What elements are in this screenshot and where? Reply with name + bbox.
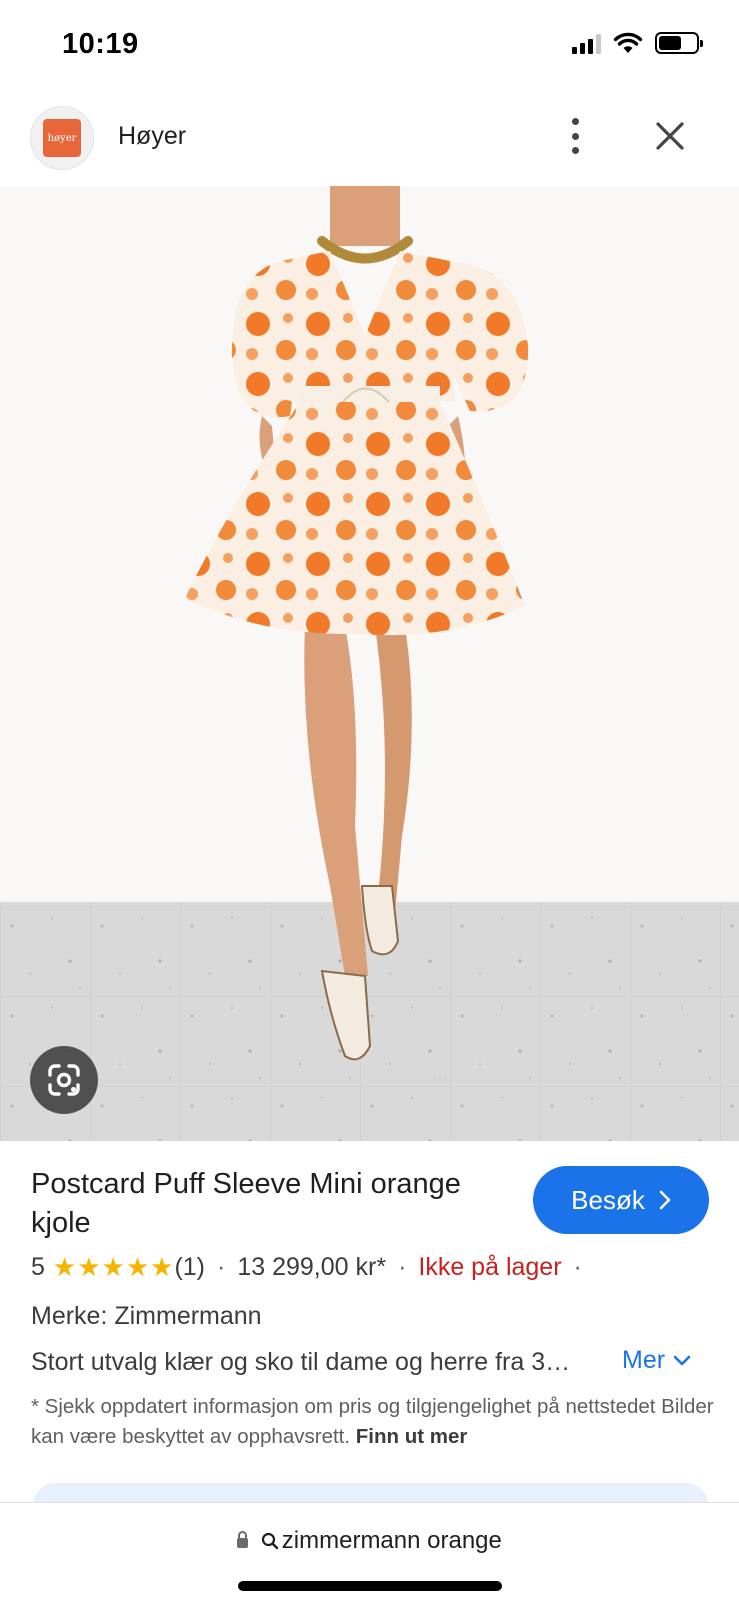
product-description: Stort utvalg klær og sko til dame og her…: [31, 1348, 571, 1376]
review-count: (1): [174, 1253, 206, 1281]
site-favicon[interactable]: høyer: [30, 106, 94, 170]
rating-value: 5: [31, 1253, 45, 1281]
product-title[interactable]: Postcard Puff Sleeve Mini orange kjole: [31, 1165, 521, 1243]
more-button[interactable]: Mer: [622, 1346, 691, 1375]
address-bar[interactable]: zimmermann orange: [0, 1502, 739, 1600]
lens-icon: [48, 1064, 80, 1096]
disclaimer: * Sjekk oppdatert informasjon om pris og…: [31, 1392, 721, 1452]
learn-more-link[interactable]: Finn ut mer: [356, 1425, 468, 1448]
visit-label: Besøk: [571, 1184, 645, 1215]
visit-button[interactable]: Besøk: [533, 1166, 709, 1234]
home-indicator[interactable]: [238, 1581, 502, 1591]
more-options-icon[interactable]: [565, 118, 585, 154]
product-image[interactable]: [0, 186, 739, 1141]
brand: Merke: Zimmermann: [31, 1302, 262, 1330]
search-query: zimmermann orange: [281, 1527, 502, 1554]
status-icons: [572, 32, 703, 54]
price: 13 299,00 kr*: [237, 1253, 387, 1281]
url-display[interactable]: zimmermann orange: [0, 1527, 739, 1555]
status-time: 10:19: [62, 28, 139, 60]
more-label: Mer: [622, 1346, 666, 1374]
site-name[interactable]: Høyer: [118, 122, 186, 151]
separator-dot: ·: [217, 1253, 226, 1281]
result-header: høyer Høyer: [0, 100, 739, 184]
search-icon: [261, 1532, 278, 1550]
separator-dot: ·: [573, 1253, 582, 1281]
stock-status: Ikke på lager: [418, 1253, 562, 1281]
star-rating-icon: ★★★★★: [52, 1252, 175, 1282]
status-bar: 10:19: [0, 0, 739, 96]
rating-price-row: 5 ★★★★★ (1) · 13 299,00 kr* · Ikke på la…: [31, 1252, 594, 1283]
google-lens-button[interactable]: [30, 1046, 98, 1114]
battery-icon: [655, 32, 703, 54]
lock-icon: [237, 1531, 249, 1548]
wifi-icon: [613, 32, 643, 53]
chevron-down-icon: [673, 1355, 691, 1365]
separator-dot: ·: [398, 1253, 407, 1281]
dress-photo: [0, 186, 739, 1141]
site-logo-text: høyer: [43, 119, 81, 157]
chevron-right-icon: [659, 1190, 671, 1210]
cellular-signal-icon: [572, 32, 601, 54]
close-icon[interactable]: [654, 120, 686, 152]
